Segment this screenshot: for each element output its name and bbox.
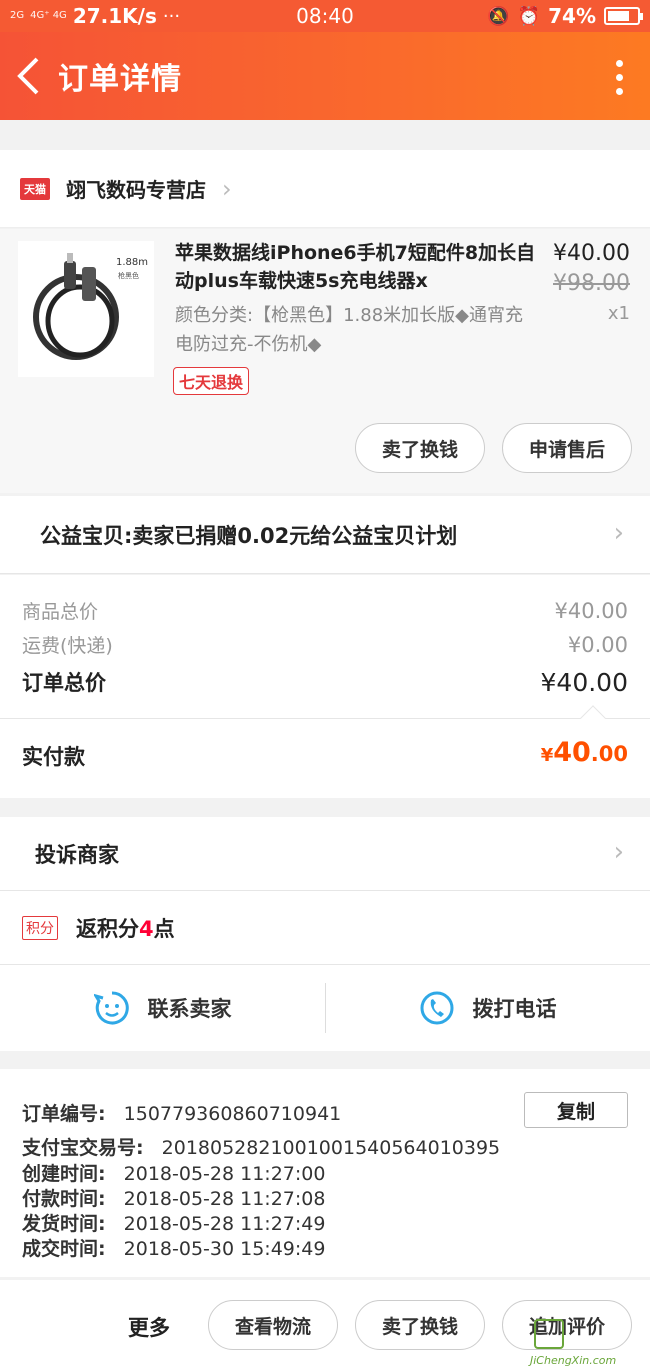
tmall-badge: 天猫 xyxy=(20,177,50,200)
shop-name: 翊飞数码专营店 xyxy=(66,178,206,202)
call-phone-button[interactable]: 拨打电话 xyxy=(325,965,650,1051)
closed-label: 成交时间: xyxy=(22,1238,106,1260)
complain-label: 投诉商家 xyxy=(35,842,119,867)
more-dot-icon xyxy=(615,88,623,95)
shipping-row: 运费(快递) ¥0.00 xyxy=(22,631,628,658)
chat-face-icon xyxy=(93,991,129,1025)
contact-seller-button[interactable]: 联系卖家 xyxy=(0,965,325,1051)
battery-fill xyxy=(608,11,629,21)
points-number: 4 xyxy=(139,916,154,941)
product-image[interactable]: 1.88m 枪黑色 xyxy=(18,241,154,377)
goods-total-row: 商品总价 ¥40.00 xyxy=(22,597,628,624)
product-price: ¥40.00 xyxy=(553,241,630,266)
alipay-row: 支付宝交易号: 2018052821001001540564010395 xyxy=(22,1133,500,1160)
signal-indicator-1: 2G xyxy=(10,10,25,21)
product-original-price: ¥98.00 xyxy=(553,271,630,296)
paid-currency: ¥ xyxy=(540,745,554,766)
charity-row[interactable]: 公益宝贝:卖家已捐赠0.02元给公益宝贝计划 › xyxy=(0,496,650,574)
points-badge: 积分 xyxy=(22,915,58,940)
shipping-label: 运费(快递) xyxy=(22,635,113,657)
order-number-label: 订单编号: xyxy=(22,1103,106,1125)
points-row: 积分 返积分4点 xyxy=(0,891,650,965)
image-color-label: 枪黑色 xyxy=(118,272,139,280)
paid-time-label: 付款时间: xyxy=(22,1188,106,1210)
battery-percent: 74% xyxy=(548,4,596,28)
paid-integer: 40 xyxy=(553,737,591,768)
order-total-value: ¥40.00 xyxy=(540,667,628,697)
closed-row: 成交时间: 2018-05-30 15:49:49 xyxy=(22,1234,325,1261)
image-length-label: 1.88m xyxy=(116,257,149,268)
alipay-value: 2018052821001001540564010395 xyxy=(161,1137,501,1159)
product-sku: 颜色分类:【枪黑色】1.88米加长版◆通宵充电防过充-不伤机◆ xyxy=(175,305,523,355)
paid-label: 实付款 xyxy=(22,745,85,769)
goods-total-value: ¥40.00 xyxy=(554,598,628,623)
shipping-value: ¥0.00 xyxy=(567,632,628,657)
battery-icon xyxy=(604,7,643,25)
points-suffix: 点 xyxy=(153,916,175,941)
order-total-label: 订单总价 xyxy=(22,671,106,695)
sell-for-cash-button[interactable]: 卖了换钱 xyxy=(355,1300,485,1350)
mute-icon: 🔕 xyxy=(487,5,510,27)
nav-bar: 订单详情 xyxy=(0,32,650,120)
product-title[interactable]: 苹果数据线iPhone6手机7短配件8加长自动plus车载快速5s充电线器x xyxy=(175,239,543,295)
order-number-value[interactable]: 150779360860710941 xyxy=(124,1103,342,1125)
more-button[interactable]: 更多 xyxy=(128,1312,170,1342)
created-value: 2018-05-28 11:27:00 xyxy=(123,1163,326,1185)
watermark-logo-icon xyxy=(534,1319,564,1349)
watermark-text: JiChengXin.com xyxy=(530,1354,617,1367)
chevron-right-icon: › xyxy=(613,837,624,867)
paid-value: ¥40.00 xyxy=(541,737,628,768)
more-dot-icon xyxy=(615,74,623,81)
paid-time-row: 付款时间: 2018-05-28 11:27:08 xyxy=(22,1184,325,1211)
chevron-right-icon: › xyxy=(613,518,624,548)
page-title: 订单详情 xyxy=(58,62,182,97)
site-watermark: JiChengXin.com xyxy=(528,1313,646,1367)
closed-value: 2018-05-30 15:49:49 xyxy=(123,1238,326,1260)
return-policy-tag: 七天退换 xyxy=(173,367,250,395)
shop-row[interactable]: 天猫 翊飞数码专营店 › xyxy=(0,150,650,228)
network-speed: 27.1K/s xyxy=(72,4,157,28)
order-total-row: 订单总价 ¥40.00 xyxy=(22,667,628,697)
shipped-row: 发货时间: 2018-05-28 11:27:49 xyxy=(22,1209,325,1236)
created-row: 创建时间: 2018-05-28 11:27:00 xyxy=(22,1159,325,1186)
paid-decimal: .00 xyxy=(590,742,628,766)
chevron-right-icon: › xyxy=(222,174,232,203)
back-button[interactable] xyxy=(6,46,50,106)
signal-indicator-2: 4G⁺ 4G xyxy=(30,10,67,21)
sell-button[interactable]: 卖了换钱 xyxy=(355,423,485,473)
goods-total-label: 商品总价 xyxy=(22,601,99,623)
order-number-row: 订单编号: 150779360860710941 xyxy=(22,1099,341,1126)
call-phone-label: 拨打电话 xyxy=(472,997,557,1021)
created-label: 创建时间: xyxy=(22,1163,106,1185)
complain-row[interactable]: 投诉商家 › xyxy=(0,817,650,891)
product-card[interactable]: 1.88m 枪黑色 苹果数据线iPhone6手机7短配件8加长自动plus车载快… xyxy=(0,229,650,493)
paid-amount-row: 实付款 ¥40.00 xyxy=(0,705,650,798)
contact-seller-label: 联系卖家 xyxy=(147,997,232,1021)
view-logistics-button[interactable]: 查看物流 xyxy=(208,1300,338,1350)
contact-row: 联系卖家 拨打电话 xyxy=(0,965,650,1051)
points-prefix: 返积分 xyxy=(76,916,139,941)
shipped-label: 发货时间: xyxy=(22,1213,106,1235)
aftersale-button[interactable]: 申请售后 xyxy=(502,423,632,473)
back-arrow-icon xyxy=(17,57,39,95)
status-bar: 2G 4G⁺ 4G 27.1K/s ··· 08:40 🔕 ⏰ 74% xyxy=(0,0,650,32)
copy-button[interactable]: 复制 xyxy=(524,1092,628,1128)
points-text: 返积分4点 xyxy=(76,913,175,943)
cost-summary: 商品总价 ¥40.00 运费(快递) ¥0.00 订单总价 ¥40.00 xyxy=(0,575,650,718)
status-dots: ··· xyxy=(162,5,181,27)
product-quantity: x1 xyxy=(607,303,630,324)
charity-text: 公益宝贝:卖家已捐赠0.02元给公益宝贝计划 xyxy=(40,523,458,548)
paid-time-value: 2018-05-28 11:27:08 xyxy=(123,1188,326,1210)
divider xyxy=(325,983,326,1033)
more-dot-icon xyxy=(615,60,623,67)
alarm-icon: ⏰ xyxy=(517,5,541,27)
order-info: 订单编号: 150779360860710941 复制 支付宝交易号: 2018… xyxy=(0,1069,650,1277)
more-menu-button[interactable] xyxy=(614,60,624,95)
shipped-value: 2018-05-28 11:27:49 xyxy=(123,1213,326,1235)
phone-icon xyxy=(420,991,453,1025)
alipay-label: 支付宝交易号: xyxy=(22,1137,144,1159)
